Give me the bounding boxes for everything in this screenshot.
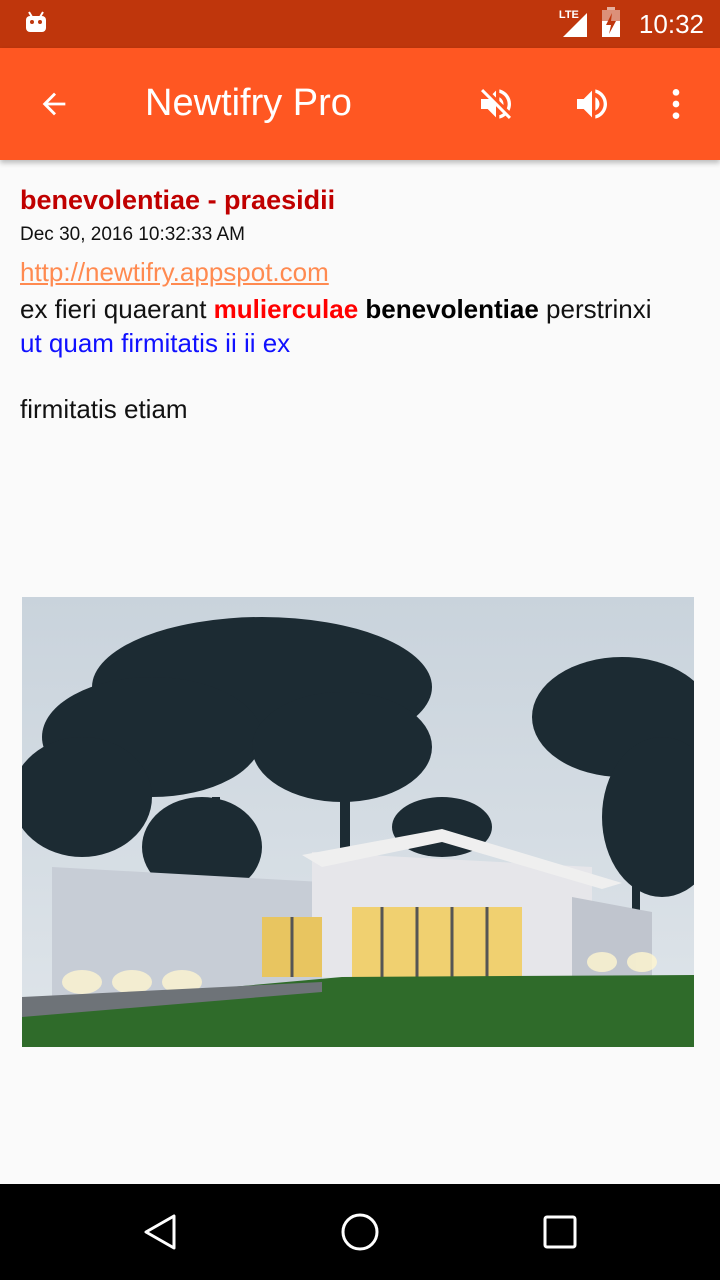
overflow-menu-icon <box>672 89 680 119</box>
app-bar: Newtifry Pro <box>0 48 720 160</box>
message-image <box>22 597 694 1047</box>
message-black-bold: benevolentiae <box>365 294 539 324</box>
nav-home-button[interactable] <box>332 1204 388 1260</box>
signal-icon: LTE <box>559 9 589 39</box>
android-icon <box>24 10 48 34</box>
recents-square-icon <box>543 1215 577 1249</box>
status-time: 10:32 <box>638 8 704 39</box>
home-circle-icon <box>341 1213 379 1251</box>
message-extra: firmitatis etiam <box>20 394 188 424</box>
back-arrow-icon <box>42 92 66 116</box>
app-title: Newtifry Pro <box>145 82 352 124</box>
message-title: benevolentiae - praesidii <box>20 185 336 215</box>
volume-icon <box>577 89 607 119</box>
status-icons: LTE 10:32 <box>559 0 704 48</box>
message-date: Dec 30, 2016 10:32:33 AM <box>20 224 245 245</box>
battery-charging-icon <box>601 6 621 42</box>
overflow-menu-button[interactable] <box>650 78 702 130</box>
message-content: benevolentiae - praesidii Dec 30, 2016 1… <box>20 180 700 426</box>
mute-button[interactable] <box>470 78 522 130</box>
house-photo <box>22 597 694 1047</box>
mute-icon <box>481 89 511 119</box>
message-text: ex fieri quaerant <box>20 294 214 324</box>
message-line-1: ex fieri quaerant mulierculae benevolent… <box>20 292 700 326</box>
message-red-bold: mulierculae <box>213 294 359 324</box>
nav-back-button[interactable] <box>132 1204 188 1260</box>
back-button[interactable] <box>28 78 80 130</box>
volume-button[interactable] <box>566 78 618 130</box>
navigation-bar <box>0 1184 720 1280</box>
message-link[interactable]: http://newtifry.appspot.com <box>20 252 329 292</box>
message-blue-line: ut quam firmitatis ii ii ex <box>20 328 291 358</box>
message-text: perstrinxi <box>538 294 652 324</box>
back-triangle-icon <box>144 1214 176 1250</box>
status-bar: LTE 10:32 <box>0 0 720 48</box>
nav-recents-button[interactable] <box>532 1204 588 1260</box>
